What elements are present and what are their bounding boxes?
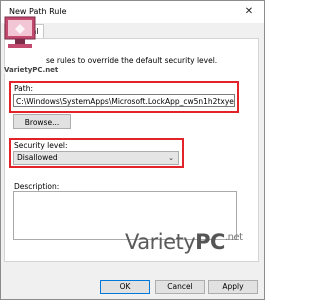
watermark-pc: PC <box>195 230 225 254</box>
intro-text: se rules to override the default securit… <box>46 56 218 65</box>
watermark-large: VarietyPC.net <box>125 230 243 254</box>
close-icon[interactable]: ✕ <box>240 4 258 20</box>
watermark-logo <box>4 16 36 48</box>
watermark-variety: Variety <box>125 230 196 254</box>
title-bar: New Path Rule ✕ <box>1 1 264 23</box>
apply-button[interactable]: Apply <box>208 280 258 294</box>
ok-button[interactable]: OK <box>100 280 150 294</box>
security-highlight <box>9 138 184 168</box>
cancel-button[interactable]: Cancel <box>155 280 205 294</box>
watermark-small: VarietyPC.net <box>4 66 59 74</box>
watermark-net: .net <box>224 232 243 243</box>
path-highlight <box>9 81 239 113</box>
browse-button[interactable]: Browse... <box>13 114 71 129</box>
description-label: Description: <box>14 182 60 191</box>
